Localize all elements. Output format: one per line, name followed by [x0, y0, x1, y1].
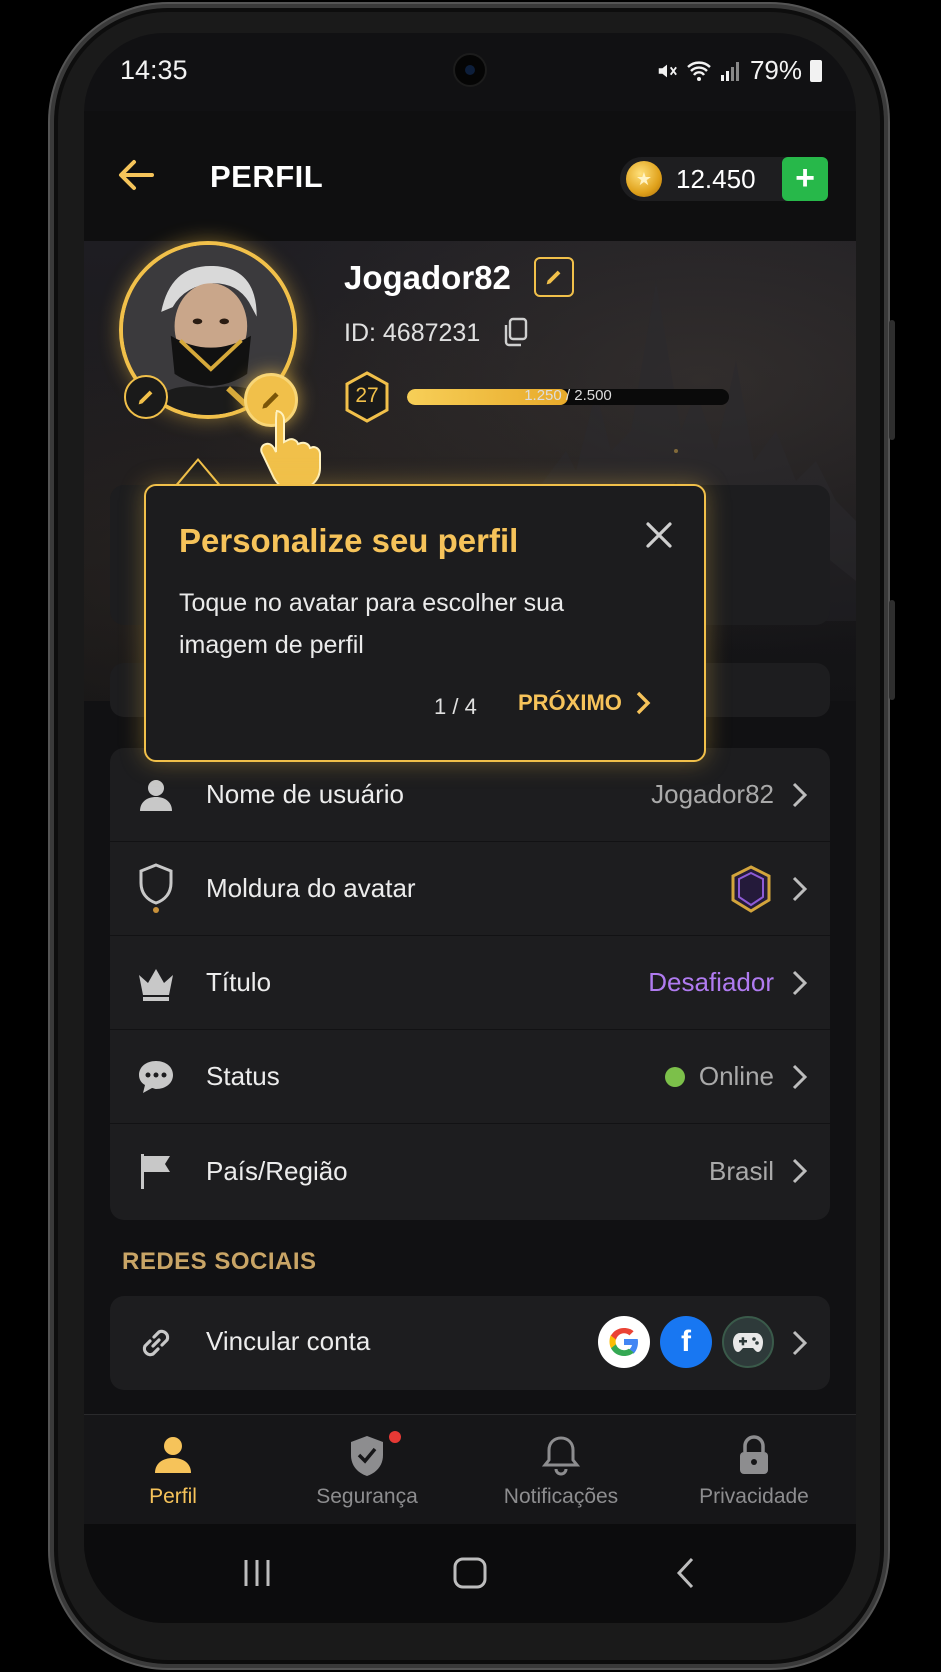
facebook-icon[interactable]: f: [660, 1316, 712, 1368]
nav-tab-label: Perfil: [149, 1485, 197, 1508]
crown-icon: [139, 969, 173, 1001]
nav-tab-label: Segurança: [316, 1485, 418, 1508]
screen: 14:35 79% PERFIL ★ 12.450 + Jogador82 ID…: [84, 33, 856, 1623]
profile-settings-list: Nome de usuário Jogador82 Moldura do ava…: [110, 748, 830, 1220]
volume-button: [889, 320, 895, 440]
battery-icon: [810, 59, 822, 82]
status-bar: 14:35 79%: [84, 33, 856, 111]
copy-icon[interactable]: [502, 317, 530, 347]
battery-percent: 79%: [749, 55, 802, 85]
social-providers: f: [598, 1316, 774, 1368]
chevron-right-icon: [792, 782, 808, 808]
settings-row-value: Jogador82: [651, 779, 774, 809]
username: Jogador82: [344, 259, 511, 296]
coin-balance[interactable]: ★ 12.450 +: [620, 157, 828, 201]
tooltip-body: Toque no avatar para escolher sua imagem…: [179, 589, 564, 659]
edit-username-button[interactable]: [534, 257, 574, 297]
nav-tab-security[interactable]: Segurança: [272, 1431, 462, 1509]
chevron-right-icon: [792, 1158, 808, 1184]
settings-row-status[interactable]: Status Online: [110, 1030, 830, 1124]
chevron-right-icon: [792, 876, 808, 902]
settings-row-label: Status: [206, 1061, 280, 1091]
user-icon: [155, 1437, 191, 1473]
settings-row-label: Nome de usuário: [206, 779, 404, 809]
settings-row-username[interactable]: Nome de usuário Jogador82: [110, 748, 830, 842]
chevron-right-icon: [636, 691, 651, 715]
avatar-frame-preview-icon: [731, 864, 771, 913]
link-icon: [142, 1329, 170, 1357]
user-icon: [140, 780, 172, 811]
onboarding-tooltip: Personalize seu perfil Toque no avatar p…: [144, 484, 706, 762]
next-button-label: PRÓXIMO: [518, 690, 622, 715]
wifi-icon: [687, 60, 711, 81]
home-icon[interactable]: [452, 1556, 488, 1590]
close-icon[interactable]: [642, 518, 676, 552]
chevron-right-icon: [792, 1064, 808, 1090]
flag-icon: [141, 1154, 170, 1189]
settings-row-avatar-frame[interactable]: Moldura do avatar: [110, 842, 830, 936]
bottom-navigation: Perfil Segurança Notificações Privacidad…: [84, 1414, 856, 1524]
settings-row-label: Título: [206, 967, 272, 997]
bell-icon: [541, 1436, 581, 1476]
add-coins-button[interactable]: +: [782, 157, 828, 201]
link-account-label: Vincular conta: [206, 1326, 371, 1356]
settings-row-label: Moldura do avatar: [206, 873, 416, 903]
lock-icon: [740, 1435, 768, 1474]
edit-avatar-frame-button[interactable]: [124, 375, 168, 419]
settings-row-value: Brasil: [708, 1155, 774, 1186]
notification-badge: [389, 1431, 401, 1443]
level-number: 27: [355, 384, 379, 407]
shield-icon: [139, 863, 173, 913]
app-header: PERFIL ★ 12.450 +: [84, 111, 856, 241]
recent-apps-icon[interactable]: [240, 1556, 274, 1590]
gamepad-icon[interactable]: [722, 1316, 774, 1368]
settings-row-value: Desafiador: [648, 967, 774, 997]
pencil-icon: [138, 390, 153, 405]
settings-row-value: [728, 864, 774, 914]
pointing-hand-icon: [260, 410, 321, 491]
next-button[interactable]: PRÓXIMO: [518, 690, 652, 716]
online-status-dot: [664, 1066, 685, 1087]
back-arrow-icon[interactable]: [114, 153, 158, 197]
tooltip-step-counter: 1 / 4: [434, 694, 477, 719]
section-title-social: REDES SOCIAIS: [122, 1248, 317, 1275]
tooltip-pointer: [176, 458, 220, 485]
mute-icon: [658, 64, 677, 77]
status-time: 14:35: [120, 55, 188, 85]
link-account-row[interactable]: Vincular conta f: [110, 1296, 830, 1390]
shield-check-icon: [351, 1436, 383, 1476]
front-camera: [453, 53, 487, 87]
coin-value: 12.450: [676, 163, 756, 194]
settings-row-label: País/Região: [206, 1155, 348, 1186]
chevron-right-icon: [792, 970, 808, 996]
page-title: PERFIL: [210, 159, 324, 194]
nav-tab-notifications[interactable]: Notificações: [466, 1433, 656, 1509]
tooltip-title: Personalize seu perfil: [179, 522, 519, 559]
system-navigation-bar: [84, 1524, 856, 1623]
chevron-right-icon: [792, 1330, 808, 1356]
settings-row-country[interactable]: País/Região Brasil: [110, 1124, 830, 1218]
pencil-icon: [546, 270, 561, 285]
status-icons: 79%: [656, 55, 822, 86]
coin-icon: ★: [626, 161, 662, 197]
nav-tab-label: Privacidade: [699, 1485, 809, 1508]
user-id: ID: 4687231: [344, 319, 481, 347]
settings-row-value: Online: [664, 1061, 774, 1092]
signal-icon: [720, 61, 739, 81]
nav-tab-profile[interactable]: Perfil: [84, 1433, 268, 1509]
google-icon[interactable]: [598, 1316, 650, 1368]
back-icon[interactable]: [674, 1556, 698, 1590]
nav-tab-label: Notificações: [503, 1485, 619, 1508]
xp-text: 1.250 / 2.500: [524, 387, 612, 404]
chat-icon: [139, 1061, 173, 1093]
power-button: [889, 600, 895, 700]
settings-row-title[interactable]: Título Desafiador: [110, 936, 830, 1030]
nav-tab-privacy[interactable]: Privacidade: [659, 1433, 849, 1509]
